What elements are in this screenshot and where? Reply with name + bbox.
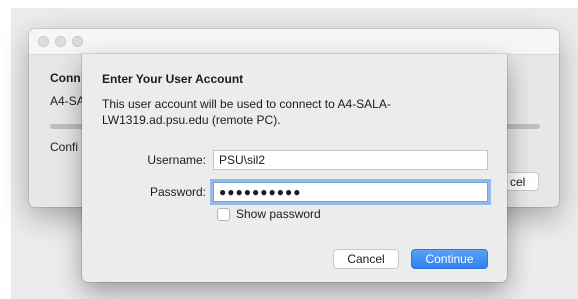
user-account-dialog: Enter Your User Account This user accoun…: [82, 54, 507, 282]
username-label: Username:: [147, 153, 206, 167]
username-field[interactable]: [213, 150, 488, 170]
cancel-button[interactable]: Cancel: [333, 249, 399, 269]
show-password-label: Show password: [236, 207, 321, 221]
connection-host: A4-SA: [50, 94, 85, 108]
dialog-title: Enter Your User Account: [102, 72, 244, 86]
show-password-checkbox[interactable]: [217, 207, 230, 221]
dialog-message: This user account will be used to connec…: [102, 97, 391, 127]
close-window-button[interactable]: [38, 36, 49, 47]
password-label: Password:: [149, 185, 206, 199]
zoom-window-button[interactable]: [72, 36, 83, 47]
continue-button[interactable]: Continue: [411, 249, 488, 269]
window-titlebar: [29, 29, 559, 55]
show-password-row[interactable]: Show password: [217, 207, 321, 221]
minimize-window-button[interactable]: [55, 36, 66, 47]
connection-status: Confi: [50, 140, 79, 154]
connection-title: Conn: [50, 71, 81, 85]
password-field[interactable]: [213, 182, 488, 202]
